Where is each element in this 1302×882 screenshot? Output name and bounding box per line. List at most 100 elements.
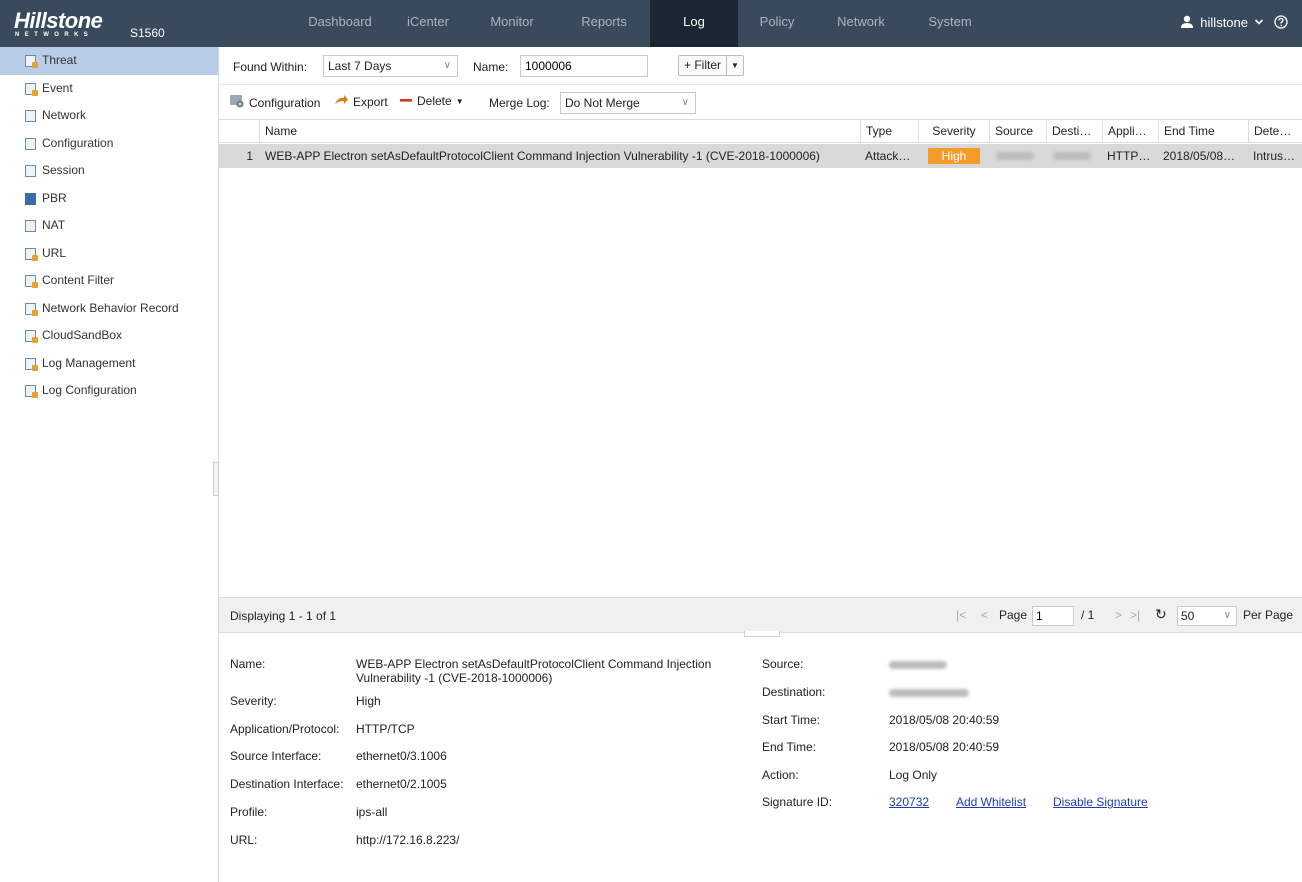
row-type: Attack… (865, 149, 911, 163)
sidebar-item-threat[interactable]: Threat (0, 47, 218, 75)
nav-reports[interactable]: Reports (558, 0, 650, 47)
detail-profile-label: Profile: (230, 805, 268, 819)
chevron-down-icon: ∨ (1223, 610, 1231, 621)
nav-monitor[interactable]: Monitor (466, 0, 558, 47)
column-header-detection[interactable]: Dete… (1248, 120, 1302, 143)
hillstone-logo[interactable]: Hillstone NETWORKS (14, 8, 134, 40)
name-filter-input[interactable] (520, 55, 648, 77)
sidebar-item-label: Content Filter (42, 273, 115, 287)
first-page-icon[interactable]: |< (956, 608, 966, 622)
nav-policy[interactable]: Policy (738, 0, 816, 47)
detail-src-if-value: ethernet0/3.1006 (356, 749, 447, 763)
sidebar-item-cloudsandbox[interactable]: CloudSandBox (0, 322, 218, 350)
per-page-select[interactable]: 50 ∨ (1177, 606, 1237, 626)
sidebar-item-label: NAT (42, 218, 66, 232)
logo-wordmark: Hillstone (14, 8, 103, 33)
detail-destination-label: Destination: (762, 685, 826, 699)
configuration-label: Configuration (249, 95, 321, 110)
sidebar-item-log-configuration[interactable]: Log Configuration (0, 377, 218, 405)
sidebar-item-event[interactable]: Event (0, 75, 218, 103)
row-index: 1 (246, 149, 253, 163)
column-header-source[interactable]: Source (989, 120, 1046, 143)
pagination-bar: Displaying 1 - 1 of 1 |< < Page / 1 > >|… (219, 597, 1302, 633)
column-header-destination[interactable]: Desti… (1046, 120, 1102, 143)
detail-dst-if-label: Destination Interface: (230, 777, 344, 791)
refresh-icon[interactable]: ↻ (1155, 606, 1167, 623)
delete-label: Delete (417, 94, 452, 108)
detail-app-label: Application/Protocol: (230, 722, 340, 736)
prev-page-icon[interactable]: < (981, 608, 988, 622)
total-pages: / 1 (1081, 608, 1095, 622)
nat-log-icon (25, 220, 36, 232)
username: hillstone (1200, 14, 1248, 30)
row-name: WEB-APP Electron setAsDefaultProtocolCli… (265, 149, 820, 163)
configuration-button[interactable]: Configuration (229, 94, 320, 111)
caret-down-icon: ▼ (455, 96, 464, 106)
sidebar-item-label: URL (42, 245, 67, 260)
sidebar-item-url[interactable]: URL (0, 240, 218, 268)
sidebar-item-label: PBR (42, 190, 67, 205)
help-icon[interactable] (1274, 15, 1288, 29)
url-log-icon (25, 247, 38, 261)
detail-start-value: 2018/05/08 20:40:59 (889, 713, 1000, 727)
device-model: S1560 (130, 26, 165, 40)
sidebar-item-content-filter[interactable]: Content Filter (0, 267, 218, 295)
row-severity: High (918, 144, 989, 168)
per-page-label: Per Page (1243, 608, 1294, 622)
nav-icenter[interactable]: iCenter (390, 0, 466, 47)
sidebar-item-nat[interactable]: NAT (0, 212, 218, 240)
session-log-icon (25, 165, 36, 177)
export-icon (334, 94, 349, 109)
column-header-severity[interactable]: Severity (918, 120, 989, 143)
sidebar-item-configuration[interactable]: Configuration (0, 130, 218, 158)
row-source (989, 144, 1046, 168)
detail-signature-label: Signature ID: (762, 795, 833, 809)
add-filter-label: + Filter (684, 58, 722, 72)
sidebar-item-label: Log Management (42, 355, 136, 370)
page-number-input[interactable] (1032, 606, 1074, 626)
logo-subtitle: NETWORKS (15, 32, 94, 38)
nav-dashboard[interactable]: Dashboard (290, 0, 390, 47)
column-header-type[interactable]: Type (860, 120, 918, 143)
add-whitelist-link[interactable]: Add Whitelist (956, 796, 1026, 809)
last-page-icon[interactable]: >| (1130, 608, 1140, 622)
detail-severity-label: Severity: (230, 694, 277, 708)
table-row[interactable]: 1 WEB-APP Electron setAsDefaultProtocolC… (219, 144, 1302, 168)
sidebar-item-network[interactable]: Network (0, 102, 218, 130)
nav-network[interactable]: Network (816, 0, 906, 47)
disable-signature-link[interactable]: Disable Signature (1053, 796, 1148, 809)
delete-icon (399, 94, 413, 108)
merge-log-select[interactable]: Do Not Merge ∨ (560, 92, 696, 114)
top-navigation-bar: Hillstone NETWORKS S1560 Dashboard iCent… (0, 0, 1302, 47)
signature-id-link[interactable]: 320732 (889, 796, 929, 809)
sidebar-item-label: Network Behavior Record (42, 300, 179, 315)
column-header-end-time[interactable]: End Time (1158, 120, 1248, 143)
detail-action-label: Action: (762, 768, 799, 782)
caret-down-icon[interactable]: ▼ (726, 56, 743, 75)
row-end-time: 2018/05/08… (1163, 149, 1236, 163)
delete-button[interactable]: Delete ▼ (399, 94, 464, 108)
export-button[interactable]: Export (334, 94, 388, 109)
sidebar-item-label: Threat (42, 53, 77, 67)
threat-log-icon (25, 55, 38, 68)
found-within-select[interactable]: Last 7 Days ∨ (323, 55, 458, 77)
detail-severity-value: High (356, 694, 381, 708)
sidebar-item-label: Network (42, 108, 87, 122)
chevron-down-icon[interactable] (1254, 17, 1264, 27)
detail-url-label: URL: (230, 833, 258, 847)
sidebar-item-log-management[interactable]: Log Management (0, 350, 218, 378)
table-header: Name Type Severity Source Desti… Appli… … (219, 119, 1302, 143)
sidebar-item-network-behavior-record[interactable]: Network Behavior Record (0, 295, 218, 323)
network-log-icon (25, 110, 36, 122)
next-page-icon[interactable]: > (1115, 608, 1122, 622)
sidebar-item-session[interactable]: Session (0, 157, 218, 185)
sidebar-item-pbr[interactable]: PBR (0, 185, 218, 213)
add-filter-button[interactable]: + Filter ▼ (678, 55, 744, 76)
column-header-application[interactable]: Appli… (1102, 120, 1158, 143)
user-menu[interactable]: hillstone (1180, 0, 1288, 44)
nav-system[interactable]: System (906, 0, 994, 47)
column-header-name[interactable]: Name (259, 120, 860, 143)
pbr-log-icon (25, 192, 36, 205)
nav-log[interactable]: Log (650, 0, 738, 47)
sidebar-item-label: Event (42, 80, 73, 95)
